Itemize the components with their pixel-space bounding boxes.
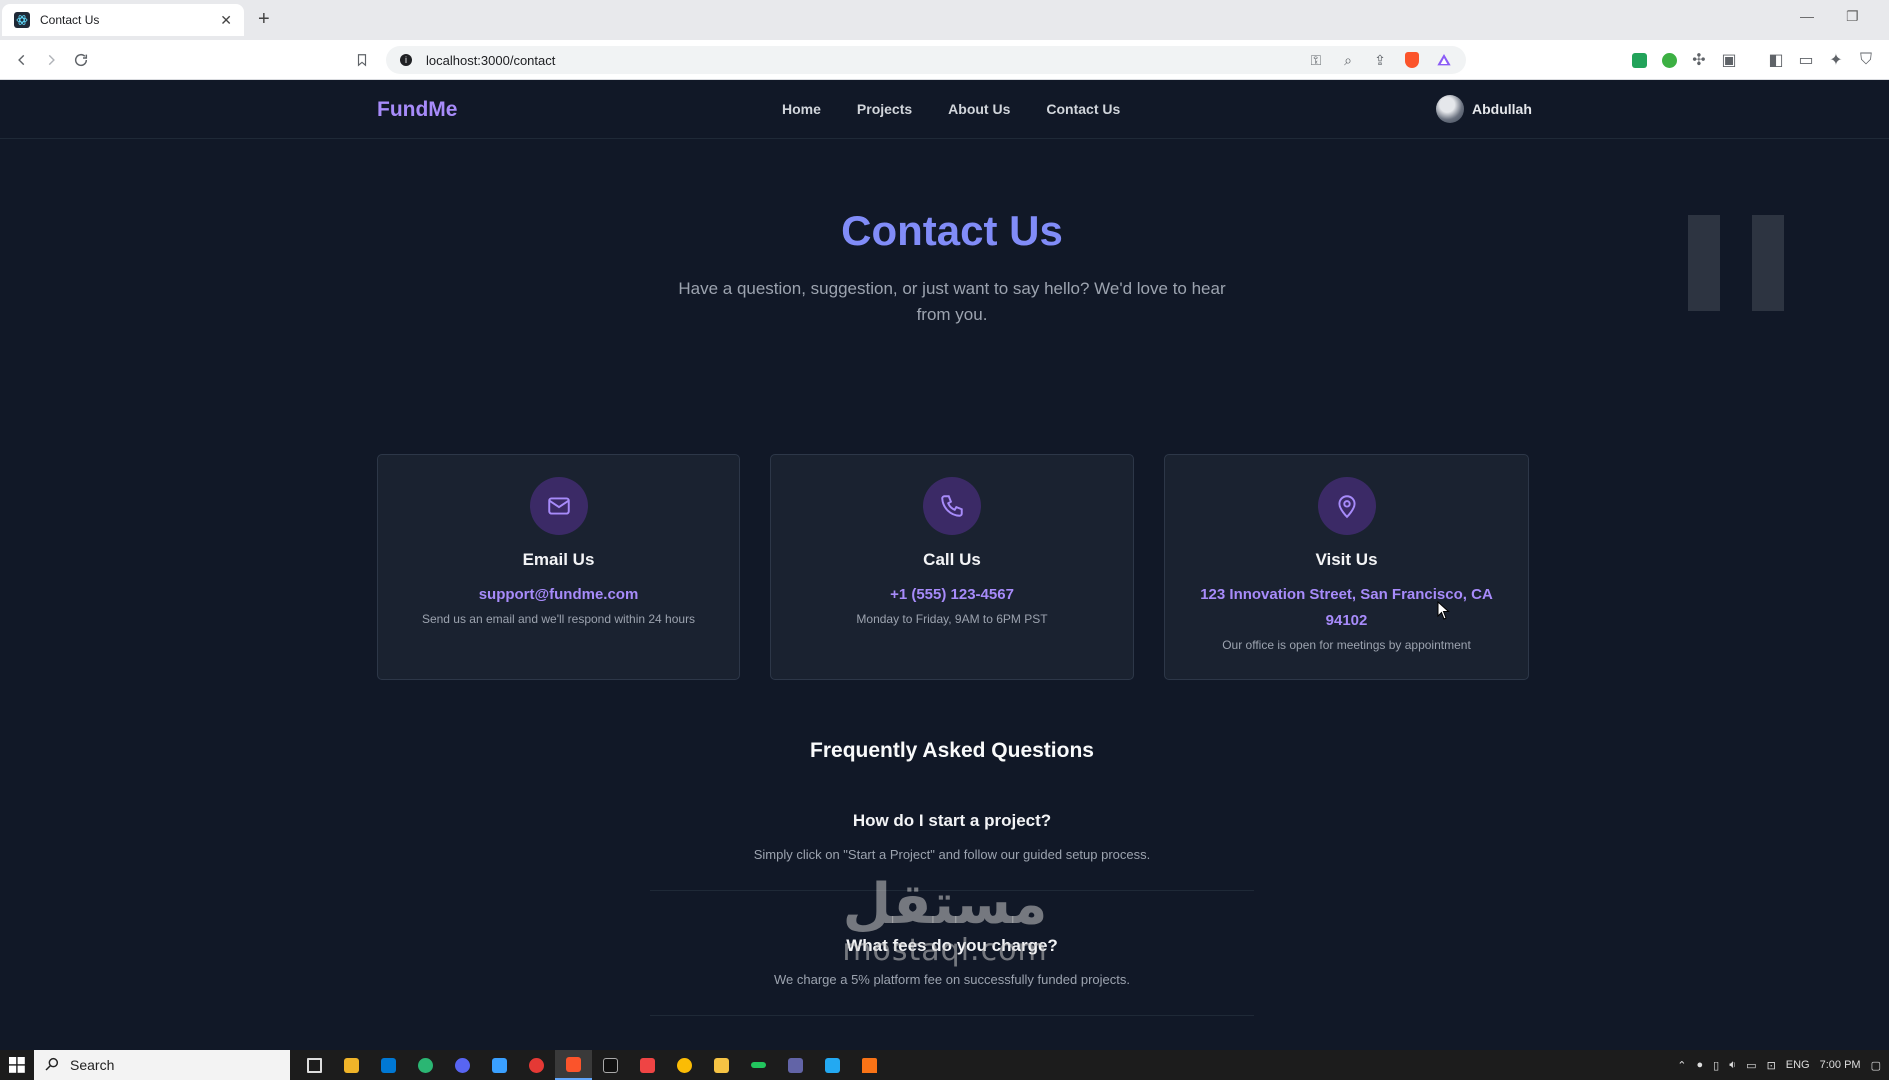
- faq-answer: We charge a 5% platform fee on successfu…: [773, 972, 1130, 987]
- app-icon[interactable]: [629, 1050, 666, 1080]
- nav-link-home[interactable]: Home: [782, 101, 821, 117]
- chrome-icon[interactable]: [666, 1050, 703, 1080]
- page-subtitle: Have a question, suggestion, or just wan…: [678, 279, 1226, 324]
- react-favicon-icon: [14, 12, 30, 28]
- taskbar-search[interactable]: Search: [34, 1050, 290, 1080]
- card-description: Our office is open for meetings by appoi…: [1222, 638, 1471, 652]
- url-text: localhost:3000/contact: [426, 52, 556, 68]
- app-icon[interactable]: [481, 1050, 518, 1080]
- wallet-icon[interactable]: ▭: [1795, 49, 1817, 71]
- terminal-icon[interactable]: [592, 1050, 629, 1080]
- restore-icon[interactable]: ❐: [1846, 8, 1859, 25]
- task-view-icon[interactable]: [296, 1050, 333, 1080]
- chevron-up-icon[interactable]: ⌃: [1677, 1059, 1686, 1072]
- sidebar-icon[interactable]: ◧: [1765, 49, 1787, 71]
- nav-link-contact[interactable]: Contact Us: [1046, 101, 1120, 117]
- system-tray: ⌃ ● ▯ 🔉︎ ▭ ⊡ ENG 7:00 PM ▢: [1677, 1050, 1881, 1080]
- app-icon[interactable]: [518, 1050, 555, 1080]
- card-title: Call Us: [923, 550, 981, 569]
- vscode-icon[interactable]: [814, 1050, 851, 1080]
- site-info-icon[interactable]: i: [400, 54, 412, 66]
- mail-icon: [529, 477, 588, 535]
- browser-tab[interactable]: Contact Us ✕: [2, 4, 244, 36]
- mostaql-watermark: مستقل mostaql.com: [830, 872, 1060, 969]
- battery-icon[interactable]: ▭: [1746, 1059, 1756, 1072]
- card-title: Email Us: [522, 550, 595, 569]
- screenshot-icon[interactable]: ▣: [1718, 49, 1740, 71]
- notifications-icon[interactable]: ▢: [1871, 1059, 1881, 1072]
- faq-heading: Frequently Asked Questions: [810, 739, 1094, 762]
- zoom-icon[interactable]: ⌕: [1338, 50, 1358, 70]
- teams-icon[interactable]: [777, 1050, 814, 1080]
- vlc-icon[interactable]: [851, 1050, 888, 1080]
- taskbar-apps: [296, 1050, 888, 1080]
- network-icon[interactable]: ⊡: [1767, 1059, 1776, 1072]
- avatar: [1436, 95, 1464, 123]
- site-logo[interactable]: FundMe: [377, 98, 457, 122]
- usb-icon[interactable]: ▯: [1713, 1059, 1719, 1072]
- windows-start-icon[interactable]: [0, 1050, 34, 1080]
- user-name: Abdullah: [1472, 101, 1532, 117]
- brave-rewards-icon[interactable]: [1434, 50, 1454, 70]
- address-card: Visit Us 123 Innovation Street, San Fran…: [1164, 454, 1529, 680]
- phone-link[interactable]: +1 (555) 123-4567: [771, 582, 1133, 608]
- edge-icon[interactable]: [407, 1050, 444, 1080]
- search-label: Search: [70, 1057, 115, 1073]
- browser-tab-bar: Contact Us ✕ + — ❐: [0, 0, 1889, 40]
- minimize-icon[interactable]: —: [1800, 8, 1814, 24]
- browser-toolbar: i localhost:3000/contact ⚿ ⌕ ⇪ ✣ ▣ ◧ ▭ ✦…: [0, 40, 1889, 80]
- nav-links: Home Projects About Us Contact Us: [782, 101, 1156, 117]
- store-icon[interactable]: [333, 1050, 370, 1080]
- bookmark-icon[interactable]: [351, 49, 373, 71]
- faq-question: How do I start a project?: [852, 811, 1052, 830]
- card-title: Visit Us: [1315, 550, 1378, 569]
- outlook-icon[interactable]: [370, 1050, 407, 1080]
- leo-ai-icon[interactable]: ✦: [1825, 49, 1847, 71]
- page-title: Contact Us: [841, 207, 1063, 254]
- brave-shield-icon[interactable]: [1402, 50, 1422, 70]
- watermark-latin: mostaql.com: [842, 933, 1048, 968]
- email-card: Email Us support@fundme.com Send us an e…: [377, 454, 740, 680]
- email-link[interactable]: support@fundme.com: [378, 582, 739, 608]
- phone-icon: [923, 477, 981, 535]
- green-extension-icon[interactable]: [1658, 49, 1680, 71]
- file-explorer-icon[interactable]: [703, 1050, 740, 1080]
- tab-title: Contact Us: [40, 13, 100, 27]
- windows-taskbar: Search ⌃ ● ▯ 🔉︎ ▭ ⊡ ENG 7:00 PM ▢: [0, 1050, 1889, 1080]
- site-navbar: FundMe Home Projects About Us Contact Us…: [0, 81, 1889, 139]
- phone-card: Call Us +1 (555) 123-4567 Monday to Frid…: [770, 454, 1134, 680]
- faq-answer: Simply click on "Start a Project" and fo…: [753, 847, 1151, 862]
- address-bar[interactable]: i localhost:3000/contact ⚿ ⌕ ⇪: [386, 46, 1466, 74]
- map-pin-icon: [1317, 477, 1376, 535]
- reload-icon[interactable]: [70, 49, 92, 71]
- card-description: Send us an email and we'll respond withi…: [421, 612, 696, 626]
- tray-app-icon[interactable]: ●: [1697, 1059, 1704, 1071]
- card-description: Monday to Friday, 9AM to 6PM PST: [856, 612, 1048, 626]
- user-menu[interactable]: Abdullah: [1436, 95, 1532, 123]
- watermark-arabic: مستقل: [842, 872, 1048, 937]
- forward-icon[interactable]: [40, 49, 62, 71]
- app-icon[interactable]: [740, 1050, 777, 1080]
- address-text: 123 Innovation Street, San Francisco, CA…: [1200, 586, 1493, 629]
- share-icon[interactable]: ⇪: [1370, 50, 1390, 70]
- new-tab-icon[interactable]: +: [258, 8, 270, 31]
- clock[interactable]: 7:00 PM: [1820, 1059, 1861, 1071]
- nav-link-projects[interactable]: Projects: [857, 101, 912, 117]
- download-extension-icon[interactable]: [1628, 49, 1650, 71]
- discord-icon[interactable]: [444, 1050, 481, 1080]
- brave-taskbar-icon[interactable]: [555, 1050, 592, 1080]
- mouse-cursor-icon: [1437, 601, 1450, 620]
- key-icon[interactable]: ⚿: [1306, 50, 1326, 70]
- search-icon: [44, 1056, 60, 1075]
- nav-link-about[interactable]: About Us: [948, 101, 1010, 117]
- back-icon[interactable]: [11, 49, 33, 71]
- volume-icon[interactable]: 🔉︎: [1729, 1059, 1736, 1072]
- close-tab-icon[interactable]: ✕: [220, 12, 232, 29]
- language-indicator[interactable]: ENG: [1786, 1059, 1810, 1071]
- vpn-icon[interactable]: ⛉: [1855, 49, 1877, 71]
- extensions-puzzle-icon[interactable]: ✣: [1688, 49, 1710, 71]
